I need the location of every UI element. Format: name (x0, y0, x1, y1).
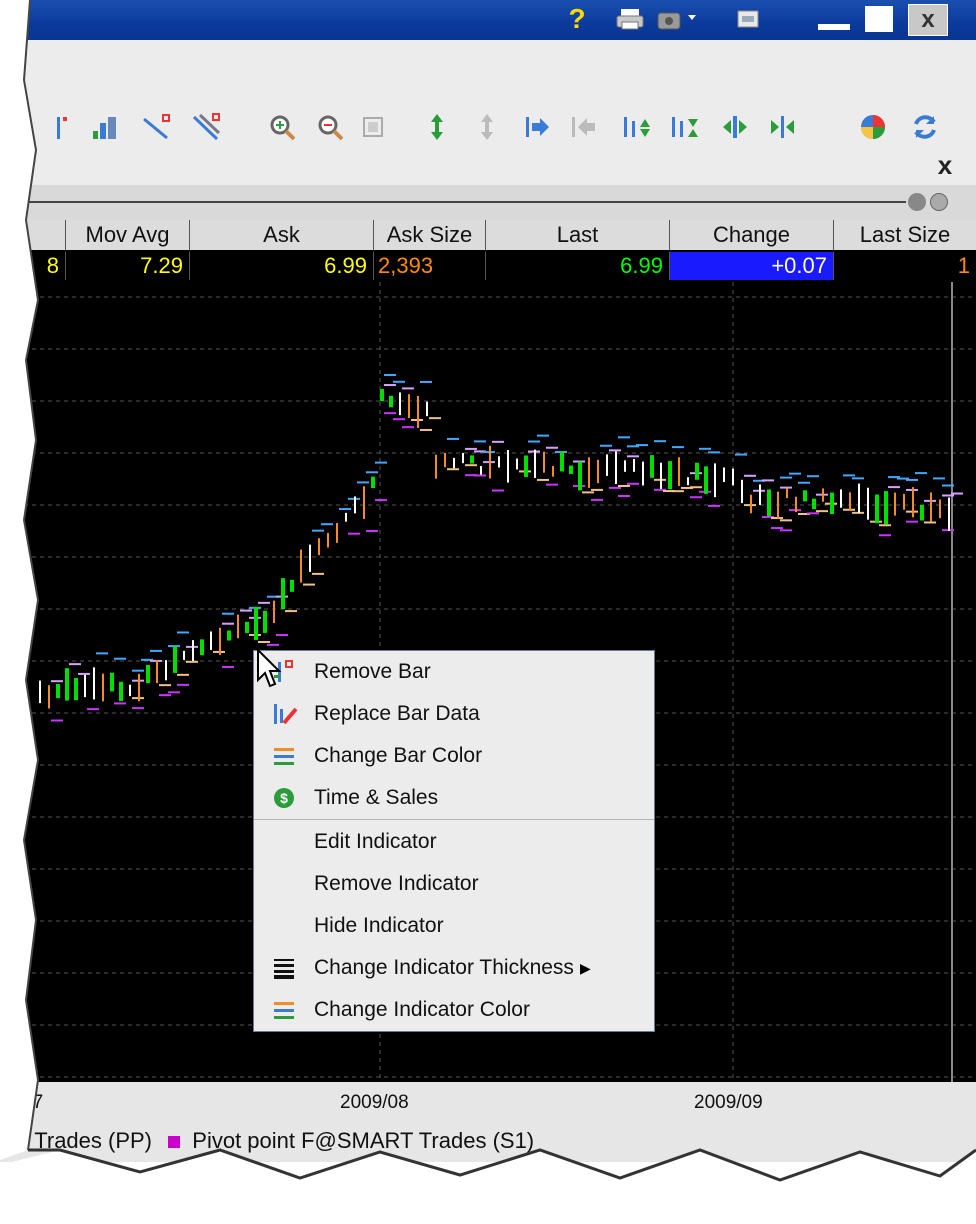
torn-edge (0, 0, 976, 1224)
menu-item-change-bar-color[interactable]: Change Bar Color (254, 735, 654, 777)
menu-item-edit-indicator[interactable]: Edit Indicator (254, 821, 654, 863)
menu-separator (254, 819, 654, 820)
mouse-cursor-icon (257, 648, 282, 688)
time-sales-icon: $ (254, 786, 314, 810)
menu-item-time-sales[interactable]: $ Time & Sales (254, 777, 654, 819)
menu-item-replace-bar-data[interactable]: Replace Bar Data (254, 693, 654, 735)
context-menu: Remove Bar Replace Bar Data Change Bar C… (253, 650, 655, 1032)
menu-item-change-indicator-thickness[interactable]: Change Indicator Thickness ▶ (254, 947, 654, 989)
submenu-arrow-icon: ▶ (579, 959, 591, 976)
menu-item-hide-indicator[interactable]: Hide Indicator (254, 905, 654, 947)
chart-window: ? x x Mov Avg Ask Ask Size Last Change L… (0, 0, 976, 1224)
replace-bar-data-icon (254, 701, 314, 727)
svg-text:$: $ (280, 790, 288, 806)
indicator-color-icon (254, 999, 314, 1021)
menu-item-change-indicator-color[interactable]: Change Indicator Color (254, 989, 654, 1031)
menu-item-remove-bar[interactable]: Remove Bar (254, 651, 654, 693)
thickness-icon (254, 957, 314, 979)
menu-item-remove-indicator[interactable]: Remove Indicator (254, 863, 654, 905)
change-bar-color-icon (254, 745, 314, 767)
